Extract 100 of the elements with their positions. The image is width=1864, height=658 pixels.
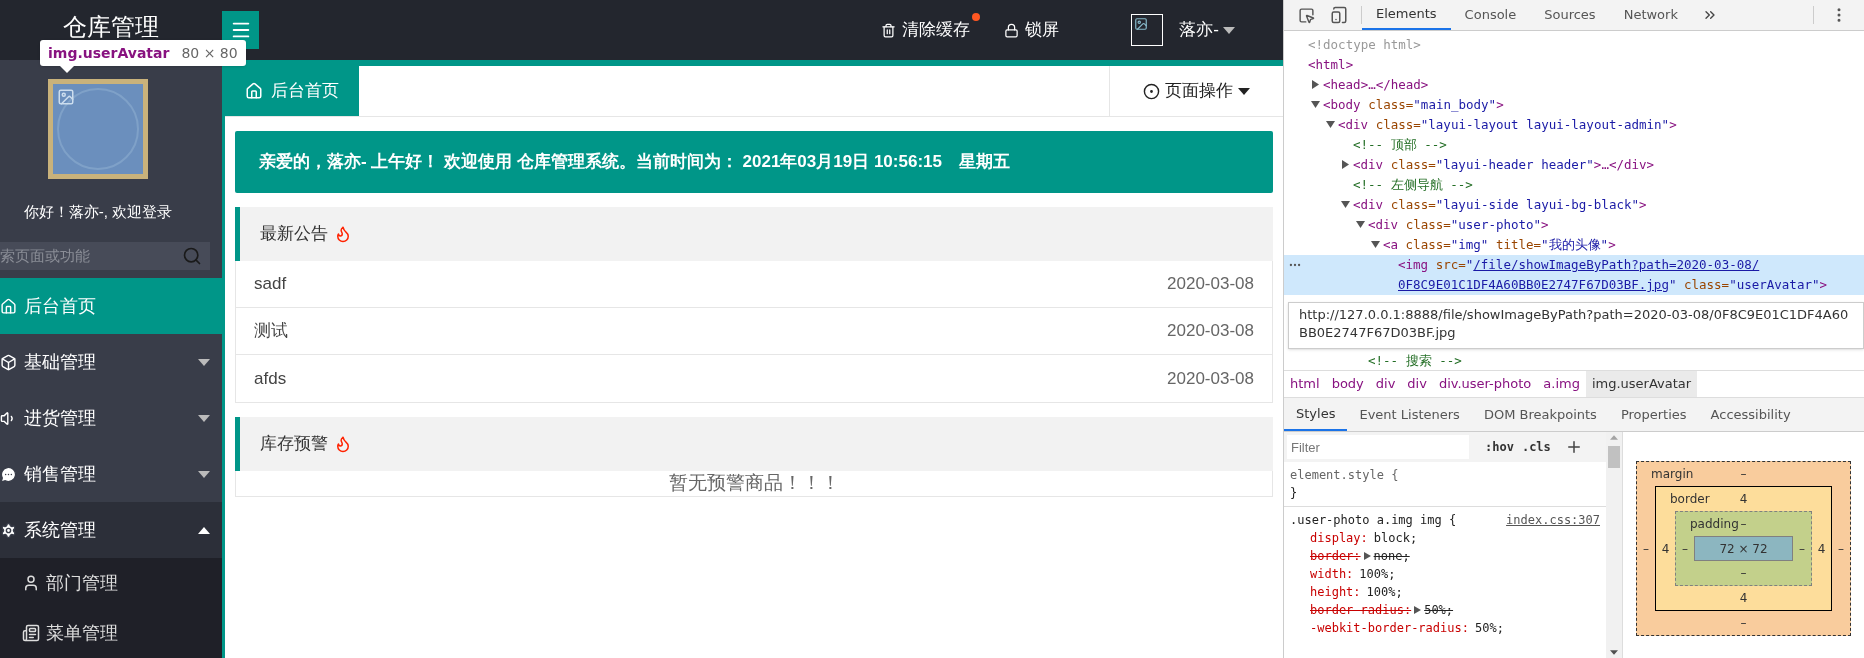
sub-nav-item[interactable]: 菜单管理 <box>0 608 222 658</box>
panel-tab[interactable]: Accessibility <box>1698 398 1803 431</box>
devtools-tab[interactable]: Elements <box>1362 0 1451 30</box>
source-link[interactable]: index.css:307 <box>1506 511 1600 529</box>
dom-tree-row[interactable]: <div class="layui-layout layui-layout-admin"> <box>1284 115 1864 135</box>
panel-tab[interactable]: Properties <box>1608 398 1699 431</box>
device-icon[interactable] <box>1330 6 1348 24</box>
breadcrumb[interactable]: body <box>1325 371 1370 397</box>
user-menu[interactable]: 落亦- <box>1179 17 1235 43</box>
nav-item[interactable]: 系统管理 <box>0 502 222 558</box>
url-tooltip: http://127.0.0.1:8888/file/showImageByPath?path=2020-03-08/0F8C9E01C1DF4A60BB0E2747F67D03BF.jpg <box>1288 302 1864 349</box>
box-model-value: – <box>1740 615 1747 632</box>
filter-field[interactable]: Filter <box>1287 435 1469 459</box>
panel-tab[interactable]: DOM Breakpoints <box>1471 398 1609 431</box>
breadcrumb[interactable]: a.img <box>1537 371 1586 397</box>
hov-button[interactable]: :hov <box>1485 438 1514 456</box>
expand-triangle-icon[interactable] <box>1356 220 1365 229</box>
flame-icon <box>334 225 352 243</box>
breadcrumb[interactable]: img.userAvatar <box>1585 371 1698 397</box>
notice-title[interactable]: afds <box>254 365 287 392</box>
dom-tree-row[interactable]: <div class="layui-header header">…</div> <box>1284 155 1864 175</box>
search-bar[interactable]: 索页面或功能 <box>0 241 210 270</box>
nav-item[interactable]: 基础管理 <box>0 334 222 390</box>
card-title: 库存预警 <box>260 433 328 456</box>
scrollbar-thumb[interactable] <box>1608 446 1620 468</box>
card-title: 最新公告 <box>260 223 328 246</box>
banner-text: 亲爱的，落亦- 上午好！ 欢迎使用 仓库管理系统。当前时间为： 2021年03月19日 10:56:15 星期五 <box>259 151 1010 174</box>
dom-tree-row[interactable]: <body class="main_body"> <box>1284 95 1864 115</box>
dom-node-markup: <head>…</head> <box>1323 76 1430 94</box>
breadcrumb[interactable]: div <box>1401 371 1433 397</box>
inspect-tooltip: img.userAvatar 80 × 80 <box>40 40 246 66</box>
css-declaration: height: 100%; <box>1309 584 1404 601</box>
panel-tab[interactable]: Event Listeners <box>1347 398 1472 431</box>
box-model-value: – <box>1740 466 1747 483</box>
expand-triangle-icon[interactable] <box>1326 120 1335 129</box>
nav-item[interactable]: 后台首页 <box>0 278 222 334</box>
link[interactable]: /file/showImageByPath?path=2020-03-08/ <box>1473 257 1760 272</box>
caret-icon <box>1610 650 1618 655</box>
box-model-value: 4 <box>1661 540 1670 558</box>
scrollbar[interactable] <box>1606 432 1622 658</box>
box-model-label: border <box>1669 491 1710 508</box>
expand-triangle-icon[interactable] <box>1371 240 1380 249</box>
box-model-value: – <box>1682 540 1688 558</box>
welcome-text: 你好！落亦-, 欢迎登录 <box>23 202 173 222</box>
dom-tree-row[interactable]: <!-- 顶部 --> <box>1284 135 1864 155</box>
dom-tree-row[interactable]: <!-- 左侧导航 --> <box>1284 175 1864 195</box>
expand-triangle-icon[interactable] <box>1311 100 1320 109</box>
breadcrumb[interactable]: div.user-photo <box>1432 371 1538 397</box>
broken-image-icon <box>1134 17 1149 31</box>
notice-title[interactable]: sadf <box>254 271 287 297</box>
box-model-value: – <box>1740 516 1747 533</box>
sub-nav-item[interactable]: 部门管理 <box>0 558 222 608</box>
link[interactable]: 0F8C9E01C1DF4A60BB0E2747F67D03BF.jpg <box>1398 277 1669 292</box>
dom-tree-row[interactable]: <!-- 搜索 --> <box>1284 351 1864 370</box>
dom-node-markup: <!-- 左侧导航 --> <box>1353 176 1474 194</box>
dom-tree-row[interactable]: <head>…</head> <box>1284 75 1864 95</box>
css-selector: element.style { <box>1290 467 1399 484</box>
content-box: 72 × 72 <box>1694 536 1793 561</box>
dom-node-markup: <html> <box>1308 56 1355 74</box>
header-action[interactable]: 清除缓存 <box>881 17 971 43</box>
dom-tree-row[interactable]: <div class="layui-side layui-bg-black"> <box>1284 195 1864 215</box>
notice-date: 2020-03-08 <box>1167 367 1254 390</box>
dom-node-markup: <div class="layui-layout layui-layout-admin"> <box>1338 116 1678 134</box>
nav-item[interactable]: 销售管理 <box>0 446 222 502</box>
header-action[interactable]: 锁屏 <box>1004 17 1060 43</box>
box-model-value: 4 <box>1739 590 1748 607</box>
expand-triangle-icon[interactable] <box>1311 80 1320 89</box>
dom-node-markup: <!doctype html> <box>1308 36 1422 54</box>
dom-tree-row[interactable]: <div class="user-photo"> <box>1284 215 1864 235</box>
expand-triangle-icon[interactable] <box>1341 200 1350 209</box>
caret-icon <box>1610 435 1618 440</box>
dom-node-markup: <img src="/file/showImageByPath?path=2020-03-08/ 0F8C9E01C1DF4A60BB0E2747F67D03BF.jpg" class="userAvatar"> <box>1398 256 1828 294</box>
expand-triangle-icon[interactable] <box>1341 160 1350 169</box>
notice-title[interactable]: 测试 <box>254 318 288 344</box>
devtools-tab[interactable]: Sources <box>1530 0 1610 30</box>
radio-dot-icon <box>1143 82 1160 100</box>
devtools-tab[interactable]: Network <box>1609 0 1692 30</box>
dom-tree-row[interactable]: <html> <box>1284 55 1864 75</box>
expand-arrow-icon[interactable] <box>1414 606 1422 614</box>
empty-message: 暂无预警商品！！！ <box>668 471 840 496</box>
dom-tree-row[interactable]: <img src="/file/showImageByPath?path=2020-03-08/ 0F8C9E01C1DF4A60BB0E2747F67D03BF.jpg" class="userAvatar"> <box>1284 255 1864 295</box>
tooltip-pointer <box>60 66 74 73</box>
devtools-tab[interactable]: Console <box>1450 0 1531 30</box>
breadcrumb[interactable]: html <box>1284 371 1326 397</box>
user-avatar[interactable] <box>1131 14 1164 46</box>
page-tab[interactable]: 后台首页 <box>225 66 359 116</box>
search-input[interactable]: 索页面或功能 <box>0 244 182 267</box>
breadcrumb[interactable]: div <box>1369 371 1402 397</box>
inspect-icon[interactable] <box>1298 6 1315 24</box>
gear-icon <box>0 521 17 539</box>
trash-icon <box>881 22 897 38</box>
cls-button[interactable]: .cls <box>1521 438 1551 456</box>
expand-arrow-icon[interactable] <box>1363 552 1371 560</box>
dom-node-markup: <div class="user-photo"> <box>1368 216 1550 234</box>
nav-item[interactable]: 进货管理 <box>0 390 222 446</box>
dom-node-markup: <!-- 顶部 --> <box>1353 136 1448 154</box>
css-selector: .user-photo a.img img { <box>1290 512 1457 529</box>
dom-node-markup: <div class="layui-header header">…</div> <box>1353 156 1656 174</box>
dom-tree-row[interactable]: <a class="img" title="我的头像"> <box>1284 235 1864 255</box>
box-model-label: margin <box>1650 466 1694 483</box>
